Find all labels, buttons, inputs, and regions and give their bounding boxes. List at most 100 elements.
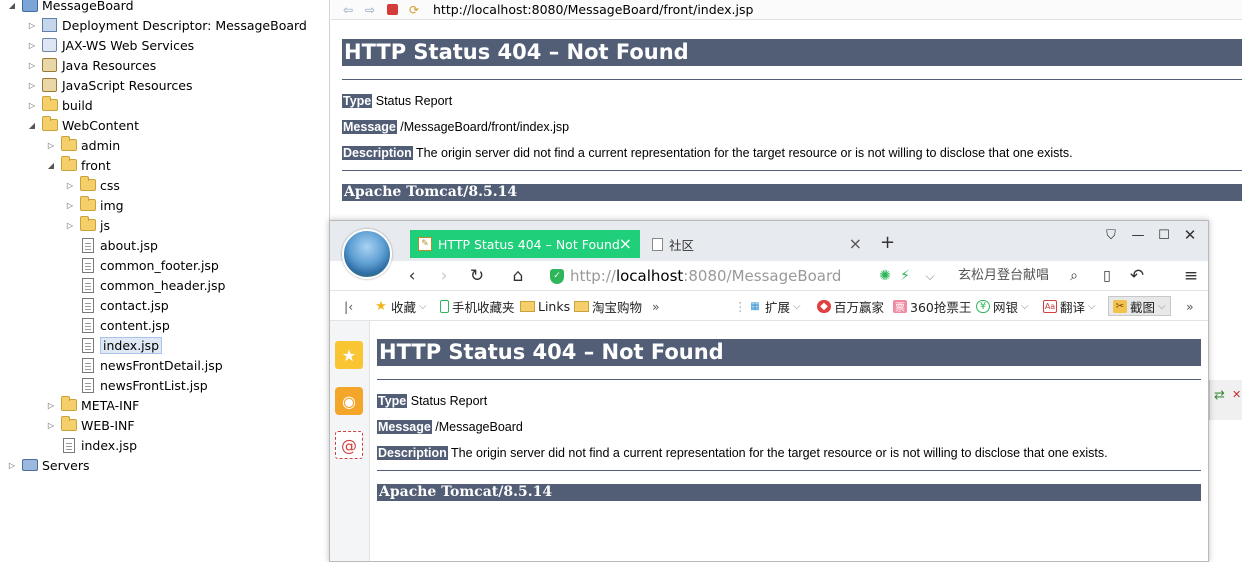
description-label: Description: [377, 446, 448, 460]
forward-arrow-icon[interactable]: ›: [434, 266, 454, 286]
bookmark-qiangpiao[interactable]: 票 360抢票王: [893, 298, 971, 315]
forward-arrow-icon[interactable]: ⇨: [361, 2, 379, 18]
collapsed-arrow-icon[interactable]: ▷: [26, 39, 38, 51]
back-arrow-icon[interactable]: ‹: [402, 266, 422, 286]
sync-icon[interactable]: ⇄: [1214, 388, 1225, 403]
collapsed-arrow-icon[interactable]: ▷: [64, 199, 76, 211]
collapsed-arrow-icon[interactable]: ▷: [45, 399, 57, 411]
collapsed-arrow-icon[interactable]: ▷: [26, 19, 38, 31]
mail-icon[interactable]: @: [335, 431, 363, 459]
bookmark-translate[interactable]: Aa 翻译 ⌵: [1043, 298, 1096, 315]
address-bar[interactable]: ✓ http://localhost:8080/MessageBoard: [550, 266, 841, 286]
shield-red-icon: ◆: [817, 299, 831, 313]
tree-item-admin[interactable]: ▷ admin: [45, 135, 120, 155]
tree-item-newsfrontdetail-jsp[interactable]: newsFrontDetail.jsp: [79, 355, 223, 375]
skin-icon[interactable]: ⛉: [1102, 228, 1120, 243]
tree-item-messageboard[interactable]: ◢ MessageBoard: [6, 0, 134, 15]
minimize-button[interactable]: —: [1129, 228, 1147, 243]
type-value: Status Report: [410, 394, 488, 408]
bookmark-baiwan[interactable]: ◆ 百万赢家: [817, 298, 884, 315]
bookmark-bank[interactable]: ¥ 网银 ⌵: [976, 298, 1029, 315]
tree-item-java-resources[interactable]: ▷ Java Resources: [26, 55, 156, 75]
refresh-icon[interactable]: ⟳: [405, 2, 423, 18]
menu-icon[interactable]: ≡: [1181, 266, 1201, 286]
tree-item-web-inf[interactable]: ▷ WEB-INF: [45, 415, 135, 435]
stop-icon[interactable]: [383, 2, 401, 18]
collapsed-arrow-icon[interactable]: ▷: [45, 419, 57, 431]
tree-item-build[interactable]: ▷ build: [26, 95, 93, 115]
dropdown-icon[interactable]: ⌵: [920, 266, 940, 286]
collapsed-arrow-icon[interactable]: ▷: [64, 179, 76, 191]
close-tab-icon[interactable]: ×: [849, 236, 862, 252]
tree-item-newsfrontlist-jsp[interactable]: newsFrontList.jsp: [79, 375, 208, 395]
tree-item-common-header-jsp[interactable]: common_header.jsp: [79, 275, 225, 295]
search-icon[interactable]: ⌕: [1064, 266, 1084, 286]
undo-icon[interactable]: ↶: [1127, 266, 1147, 286]
tree-item-root-index-jsp[interactable]: index.jsp: [60, 435, 137, 455]
tree-item-label: Deployment Descriptor: MessageBoard: [62, 17, 307, 33]
weibo-icon[interactable]: ◉: [335, 387, 363, 415]
tree-item-jax-ws[interactable]: ▷ JAX-WS Web Services: [26, 35, 194, 55]
translate-icon: Aa: [1043, 299, 1057, 313]
tree-item-js[interactable]: ▷ js: [64, 215, 110, 235]
lightning-icon[interactable]: ⚡: [895, 266, 915, 286]
more-toolbar-icon[interactable]: »: [1186, 298, 1194, 314]
close-tab-icon[interactable]: ×: [619, 236, 632, 252]
url-path: :8080/MessageBoard: [683, 267, 842, 285]
reload-icon[interactable]: ↻: [467, 266, 487, 286]
bookmark-label: Links: [538, 298, 571, 314]
speed-icon[interactable]: ✺: [875, 266, 895, 286]
back-arrow-icon[interactable]: ⇦: [339, 2, 357, 18]
collapsed-arrow-icon[interactable]: ▷: [6, 459, 18, 471]
bookmark-taobao[interactable]: 淘宝购物: [574, 298, 642, 315]
collapsed-arrow-icon[interactable]: ▷: [26, 79, 38, 91]
folder-icon: [79, 196, 96, 213]
mobile-icon[interactable]: ▯: [1097, 266, 1117, 286]
message-value: /MessageBoard: [435, 420, 523, 434]
tree-item-javascript-resources[interactable]: ▷ JavaScript Resources: [26, 75, 193, 95]
home-icon[interactable]: ⌂: [508, 266, 528, 286]
url-scheme: http://: [570, 267, 616, 285]
expanded-arrow-icon[interactable]: ◢: [45, 159, 57, 171]
bookmark-extensions[interactable]: ▦ 扩展 ⌵: [748, 298, 800, 315]
tree-item-img[interactable]: ▷ img: [64, 195, 124, 215]
tree-item-contact-jsp[interactable]: contact.jsp: [79, 295, 169, 315]
tab-community[interactable]: 社区 ×: [648, 230, 870, 258]
bookmark-links[interactable]: Links: [520, 298, 570, 314]
bookmark-favorites[interactable]: ★ 收藏 ⌵: [374, 298, 426, 315]
collapsed-arrow-icon[interactable]: ▷: [45, 139, 57, 151]
divider: [342, 170, 1242, 171]
expanded-arrow-icon[interactable]: ◢: [26, 119, 38, 131]
more-bookmarks-icon[interactable]: »: [652, 298, 660, 314]
collapsed-arrow-icon[interactable]: ▷: [26, 99, 38, 111]
new-tab-button[interactable]: +: [880, 232, 895, 253]
browser-sidebar: ★ ◉ @: [330, 321, 370, 561]
user-avatar[interactable]: [342, 229, 392, 279]
tree-item-meta-inf[interactable]: ▷ META-INF: [45, 395, 139, 415]
tree-item-webcontent[interactable]: ◢ WebContent: [26, 115, 139, 135]
favorites-star-icon[interactable]: ★: [335, 341, 363, 369]
url-field[interactable]: http://localhost:8080/MessageBoard/front…: [433, 2, 753, 17]
collapse-sidebar-icon[interactable]: |‹: [344, 298, 353, 314]
tree-item-label: contact.jsp: [100, 297, 169, 313]
bookmark-mobile-favorites[interactable]: 手机收藏夹: [440, 298, 515, 315]
message-line: Message /MessageBoard/front/index.jsp: [342, 118, 1242, 136]
close-view-icon[interactable]: ✕: [1232, 388, 1241, 401]
collapsed-arrow-icon[interactable]: ▷: [26, 59, 38, 71]
tree-item-common-footer-jsp[interactable]: common_footer.jsp: [79, 255, 219, 275]
tree-item-front[interactable]: ◢ front: [45, 155, 111, 175]
tree-item-index-jsp-selected[interactable]: index.jsp: [79, 335, 163, 355]
tree-item-servers[interactable]: ▷ Servers: [6, 455, 90, 475]
close-window-button[interactable]: ✕: [1181, 226, 1199, 244]
search-box[interactable]: 玄松月登台献唱: [958, 266, 1049, 286]
tree-item-about-jsp[interactable]: about.jsp: [79, 235, 158, 255]
maximize-button[interactable]: ☐: [1155, 228, 1173, 243]
description-line: Description The origin server did not fi…: [342, 144, 1242, 162]
tree-item-css[interactable]: ▷ css: [64, 175, 120, 195]
tree-item-content-jsp[interactable]: content.jsp: [79, 315, 170, 335]
tree-item-deployment-descriptor[interactable]: ▷ Deployment Descriptor: MessageBoard: [26, 15, 307, 35]
bookmark-screenshot[interactable]: ✂ 截图 ⌵: [1108, 296, 1171, 316]
tab-http-status-404[interactable]: ✎ HTTP Status 404 – Not Found ×: [410, 230, 640, 258]
expanded-arrow-icon[interactable]: ◢: [6, 0, 18, 11]
collapsed-arrow-icon[interactable]: ▷: [64, 219, 76, 231]
